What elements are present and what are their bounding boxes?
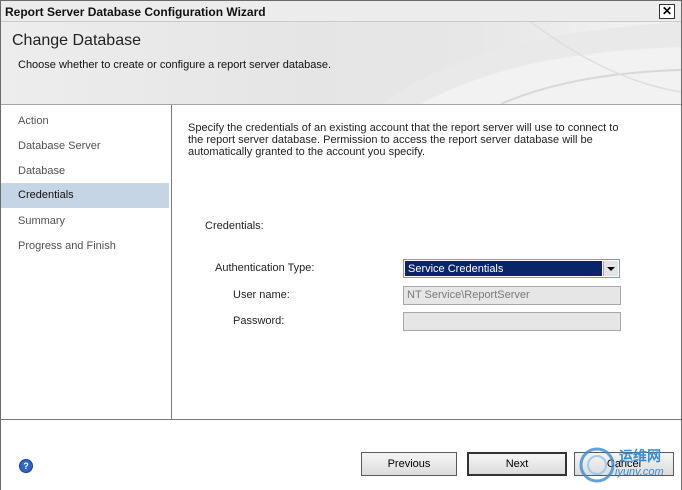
password-label: Password: xyxy=(233,315,285,327)
sidebar-item-label: Summary xyxy=(18,215,66,227)
wizard-window: Report Server Database Configuration Wiz… xyxy=(0,0,682,490)
auth-type-dropdown[interactable]: Service Credentials xyxy=(403,259,620,278)
header-decoration xyxy=(381,22,681,104)
previous-button[interactable]: Previous xyxy=(361,452,457,476)
sidebar-item-credentials[interactable]: Credentials xyxy=(1,183,169,208)
chevron-down-icon[interactable] xyxy=(603,261,618,276)
username-label: User name: xyxy=(233,289,290,301)
username-field[interactable]: NT Service\ReportServer xyxy=(403,286,621,305)
credentials-panel: Specify the credentials of an existing a… xyxy=(172,105,681,419)
page-title: Change Database xyxy=(12,32,141,49)
credentials-section-label: Credentials: xyxy=(205,220,264,232)
sidebar-item-database-server[interactable]: Database Server xyxy=(1,134,169,159)
next-button[interactable]: Next xyxy=(467,452,567,476)
sidebar-item-database[interactable]: Database xyxy=(1,159,169,184)
watermark-swirl-icon xyxy=(579,447,615,483)
sidebar-item-progress-and-finish[interactable]: Progress and Finish xyxy=(1,234,169,259)
wizard-header: Change Database Choose whether to create… xyxy=(1,22,681,105)
wizard-footer: ? Previous Next Cancel 运维网 iyunv.com xyxy=(1,419,681,490)
page-description: Choose whether to create or configure a … xyxy=(18,59,332,71)
sidebar-item-label: Action xyxy=(18,115,49,127)
sidebar-item-label: Credentials xyxy=(18,189,74,201)
auth-type-label: Authentication Type: xyxy=(215,262,315,274)
sidebar-item-summary[interactable]: Summary xyxy=(1,209,169,234)
sidebar-item-label: Database Server xyxy=(18,140,101,152)
watermark-text-url: iyunv.com xyxy=(615,466,664,478)
wizard-steps-sidebar: Action Database Server Database Credenti… xyxy=(1,105,172,419)
watermark-logo: 运维网 iyunv.com xyxy=(577,442,677,488)
sidebar-item-label: Database xyxy=(18,165,66,177)
sidebar-item-label: Progress and Finish xyxy=(18,240,116,252)
sidebar-item-action[interactable]: Action xyxy=(1,109,169,134)
window-title: Report Server Database Configuration Wiz… xyxy=(5,5,266,19)
watermark-text-cn: 运维网 xyxy=(619,448,661,464)
password-field[interactable] xyxy=(403,312,621,331)
help-icon[interactable]: ? xyxy=(19,459,33,473)
close-button[interactable]: ✕ xyxy=(659,4,675,19)
instructions-text: Specify the credentials of an existing a… xyxy=(188,122,619,158)
auth-type-selected-value: Service Credentials xyxy=(405,261,602,276)
title-bar[interactable]: Report Server Database Configuration Wiz… xyxy=(1,1,681,22)
